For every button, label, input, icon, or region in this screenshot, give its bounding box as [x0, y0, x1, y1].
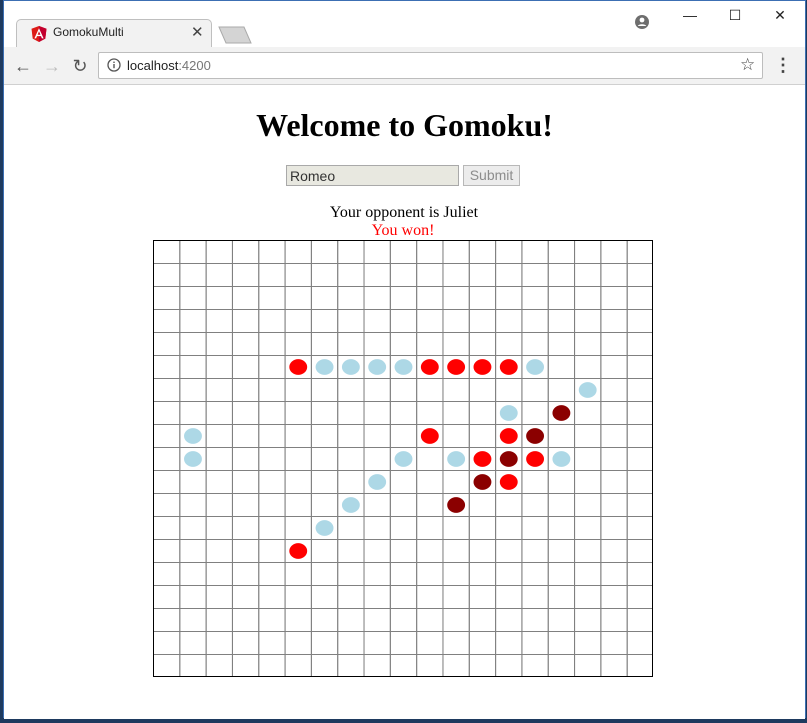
url-port: :4200	[178, 58, 211, 73]
stone-blue	[315, 520, 334, 536]
browser-window: GomokuMulti ✕ — ☐ ✕ ← → ↻ localhost:4200…	[3, 0, 806, 719]
back-arrow-icon[interactable]: ←	[12, 55, 34, 77]
angular-icon	[31, 26, 47, 42]
close-button[interactable]: ✕	[769, 7, 791, 27]
stone-blue	[447, 451, 466, 467]
stone-blue	[552, 451, 571, 467]
stone-red	[447, 359, 466, 375]
url-text: localhost:4200	[127, 58, 211, 73]
stone-dark	[552, 405, 571, 421]
info-icon[interactable]	[107, 58, 121, 72]
stone-red	[289, 543, 308, 559]
stone-red	[420, 428, 439, 444]
stone-red	[289, 359, 308, 375]
browser-toolbar: ← → ↻ localhost:4200 ☆ ⋮	[4, 47, 805, 85]
submit-button[interactable]: Submit	[463, 165, 520, 186]
stone-blue	[499, 405, 518, 421]
stone-dark	[499, 451, 518, 467]
browser-tab[interactable]: GomokuMulti ✕	[16, 19, 212, 47]
stone-red	[473, 451, 492, 467]
page-title: Welcome to Gomoku!	[256, 107, 553, 143]
result-text: You won!	[371, 222, 435, 239]
profile-icon[interactable]	[634, 14, 650, 30]
stone-red	[499, 428, 518, 444]
title-bar: GomokuMulti ✕ — ☐ ✕	[4, 1, 805, 47]
stone-blue	[341, 497, 360, 513]
stone-dark	[447, 497, 466, 513]
stone-dark	[473, 474, 492, 490]
stone-blue	[368, 474, 387, 490]
tab-title: GomokuMulti	[53, 25, 124, 39]
stone-blue	[394, 451, 413, 467]
stone-blue	[394, 359, 413, 375]
forward-arrow-icon[interactable]: →	[41, 55, 63, 77]
stone-blue	[341, 359, 360, 375]
stone-red	[499, 474, 518, 490]
stone-red	[526, 451, 545, 467]
bookmark-star-icon[interactable]: ☆	[740, 55, 755, 75]
stone-red	[420, 359, 439, 375]
stone-red	[473, 359, 492, 375]
reload-icon[interactable]: ↻	[69, 55, 91, 77]
stone-blue	[184, 428, 202, 444]
tab-close-icon[interactable]: ✕	[191, 23, 204, 41]
game-board[interactable]	[153, 240, 653, 677]
stone-blue	[368, 359, 387, 375]
stone-dark	[526, 428, 545, 444]
minimize-button[interactable]: —	[679, 7, 701, 27]
stone-blue	[184, 451, 202, 467]
player-name-input[interactable]	[286, 165, 459, 186]
menu-dots-icon[interactable]: ⋮	[774, 55, 792, 76]
opponent-text: Your opponent is Juliet	[329, 204, 479, 221]
stone-blue	[578, 382, 597, 398]
stone-blue	[315, 359, 334, 375]
stone-red	[499, 359, 518, 375]
maximize-button[interactable]: ☐	[724, 7, 746, 27]
new-tab-button[interactable]	[218, 26, 252, 44]
page-content: Welcome to Gomoku! Submit Your opponent …	[4, 85, 805, 719]
address-bar[interactable]: localhost:4200 ☆	[98, 52, 763, 79]
stone-blue	[526, 359, 545, 375]
url-host: localhost	[127, 58, 179, 73]
